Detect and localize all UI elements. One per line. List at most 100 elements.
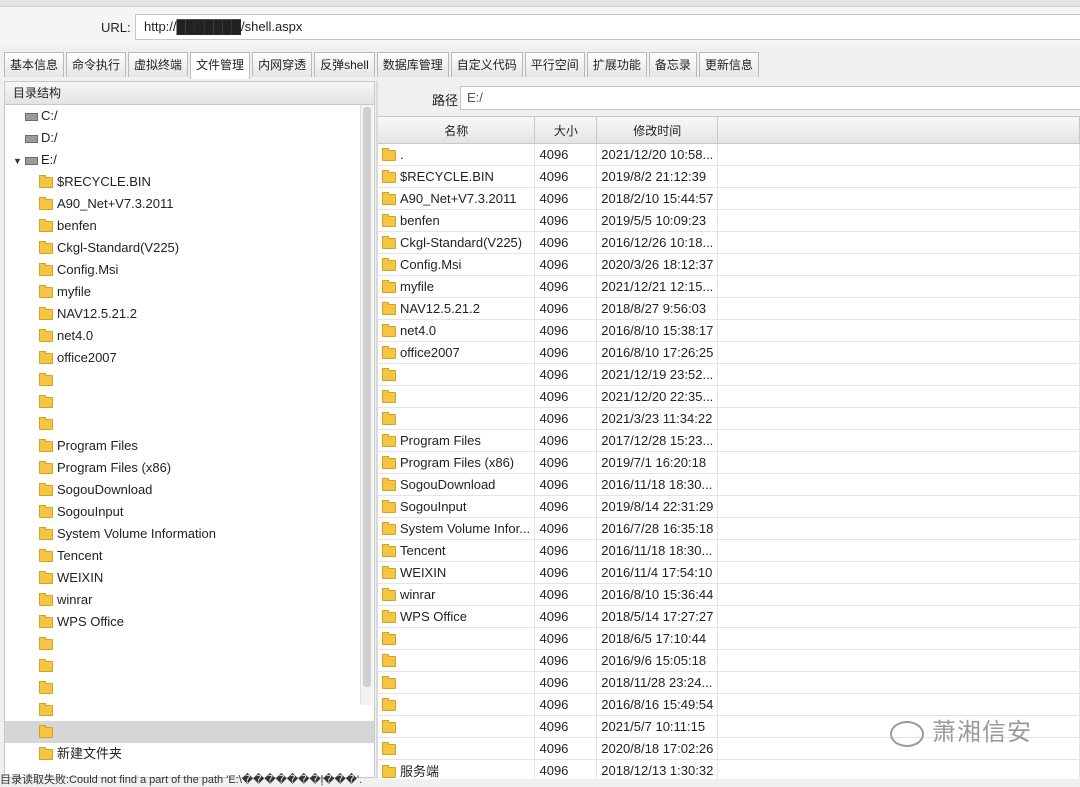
file-size-cell: 4096 bbox=[534, 539, 598, 562]
folder-icon bbox=[382, 214, 396, 228]
triangle-down-icon[interactable]: ▼ bbox=[13, 150, 25, 172]
tree-drive-node[interactable]: ▼ E:/ bbox=[5, 149, 374, 171]
table-row[interactable]: 4096 2018/6/5 17:10:44 bbox=[378, 627, 1080, 650]
tab-5[interactable]: 反弹shell bbox=[314, 52, 375, 77]
tab-2[interactable]: 虚拟终端 bbox=[128, 52, 189, 77]
tree-folder-node[interactable]: Program Files (x86) bbox=[5, 457, 374, 479]
row-filler bbox=[717, 341, 1080, 364]
tree-folder-node[interactable]: Config.Msi bbox=[5, 259, 374, 281]
tab-1[interactable]: 命令执行 bbox=[66, 52, 127, 77]
table-row[interactable]: SogouDownload 4096 2016/11/18 18:30... bbox=[378, 473, 1080, 496]
row-filler bbox=[717, 385, 1080, 408]
table-row[interactable]: Ckgl-Standard(V225) 4096 2016/12/26 10:18.… bbox=[378, 231, 1080, 254]
tree-folder-node[interactable]: A90_Net+V7.3.2011 bbox=[5, 193, 374, 215]
file-mtime-cell: 2016/8/16 15:49:54 bbox=[596, 693, 719, 716]
table-row[interactable]: benfen 4096 2019/5/5 10:09:23 bbox=[378, 209, 1080, 232]
table-row[interactable]: SogouInput 4096 2019/8/14 22:31:29 bbox=[378, 495, 1080, 518]
column-header-0[interactable]: 名称 bbox=[378, 117, 536, 144]
tree-folder-node[interactable]: WPS Office bbox=[5, 611, 374, 633]
row-filler bbox=[717, 253, 1080, 276]
table-row[interactable]: Tencent 4096 2016/11/18 18:30... bbox=[378, 539, 1080, 562]
tab-4[interactable]: 内网穿透 bbox=[252, 52, 313, 77]
tab-7[interactable]: 自定义代码 bbox=[450, 52, 523, 77]
table-row[interactable]: winrar 4096 2016/8/10 15:36:44 bbox=[378, 583, 1080, 606]
row-filler bbox=[717, 583, 1080, 606]
table-row[interactable]: myfile 4096 2021/12/21 12:15... bbox=[378, 275, 1080, 298]
tree-folder-node[interactable]: benfen bbox=[5, 215, 374, 237]
tree-folder-node[interactable] bbox=[5, 413, 374, 435]
tree-node-label: 新建文件夹 bbox=[57, 746, 123, 761]
table-row[interactable]: NAV12.5.21.2 4096 2018/8/27 9:56:03 bbox=[378, 297, 1080, 320]
table-row[interactable]: WPS Office 4096 2018/5/14 17:27:27 bbox=[378, 605, 1080, 628]
tree-folder-node[interactable]: NAV12.5.21.2 bbox=[5, 303, 374, 325]
tab-6[interactable]: 数据库管理 bbox=[376, 52, 449, 77]
folder-icon bbox=[382, 258, 396, 272]
table-row[interactable]: $RECYCLE.BIN 4096 2019/8/2 21:12:39 bbox=[378, 165, 1080, 188]
tree-folder-node[interactable]: Tencent bbox=[5, 545, 374, 567]
tab-8[interactable]: 平行空间 bbox=[524, 52, 585, 77]
column-header-1[interactable]: 大小 bbox=[534, 117, 598, 144]
tree-folder-node[interactable]: System Volume Information bbox=[5, 523, 374, 545]
tree-folder-node[interactable]: winrar bbox=[5, 589, 374, 611]
table-row[interactable]: Config.Msi 4096 2020/3/26 18:12:37 bbox=[378, 253, 1080, 276]
tree-scrollbar[interactable] bbox=[360, 105, 373, 705]
tree-folder-node[interactable] bbox=[5, 721, 374, 743]
table-row[interactable]: net4.0 4096 2016/8/10 15:38:17 bbox=[378, 319, 1080, 342]
file-mtime-cell: 2016/11/4 17:54:10 bbox=[596, 561, 719, 584]
file-size-cell: 4096 bbox=[534, 385, 598, 408]
tab-10[interactable]: 备忘录 bbox=[648, 52, 697, 77]
tree-folder-node[interactable] bbox=[5, 391, 374, 413]
tab-3[interactable]: 文件管理 bbox=[190, 52, 251, 79]
drive-icon bbox=[25, 134, 38, 143]
file-mtime-cell: 2021/12/20 10:58... bbox=[596, 143, 719, 166]
tree-folder-node[interactable] bbox=[5, 655, 374, 677]
row-filler bbox=[717, 297, 1080, 320]
file-name-cell bbox=[378, 737, 536, 760]
tree-folder-node[interactable] bbox=[5, 677, 374, 699]
url-input[interactable]: http://███████/shell.aspx bbox=[135, 14, 1080, 40]
table-row[interactable]: 4096 2021/12/19 23:52... bbox=[378, 363, 1080, 386]
table-row[interactable]: 4096 2016/9/6 15:05:18 bbox=[378, 649, 1080, 672]
file-name-cell: WPS Office bbox=[378, 605, 536, 628]
tree-folder-node[interactable] bbox=[5, 369, 374, 391]
tree-node-label: D:/ bbox=[41, 130, 58, 145]
tab-0[interactable]: 基本信息 bbox=[4, 52, 65, 77]
tree-folder-node[interactable]: net4.0 bbox=[5, 325, 374, 347]
status-bar-text: 目录读取失败:Could not find a part of the path… bbox=[0, 774, 363, 786]
column-header-2[interactable]: 修改时间 bbox=[596, 117, 719, 144]
tree-folder-node[interactable]: office2007 bbox=[5, 347, 374, 369]
tree-node-label: office2007 bbox=[57, 350, 117, 365]
table-row[interactable]: office2007 4096 2016/8/10 17:26:25 bbox=[378, 341, 1080, 364]
table-row[interactable]: A90_Net+V7.3.2011 4096 2018/2/10 15:44:57 bbox=[378, 187, 1080, 210]
tree-folder-node[interactable]: SogouDownload bbox=[5, 479, 374, 501]
table-row[interactable]: 4096 2018/11/28 23:24... bbox=[378, 671, 1080, 694]
table-row[interactable]: 服务端 4096 2018/12/13 1:30:32 bbox=[378, 759, 1080, 779]
table-row[interactable]: . 4096 2021/12/20 10:58... bbox=[378, 143, 1080, 166]
scrollbar-thumb[interactable] bbox=[363, 107, 371, 687]
tree-folder-node[interactable]: SogouInput bbox=[5, 501, 374, 523]
file-name: WEIXIN bbox=[400, 565, 447, 580]
table-row[interactable]: 4096 2021/12/20 22:35... bbox=[378, 385, 1080, 408]
tree-folder-node[interactable]: 新建文件夹 bbox=[5, 743, 374, 765]
tree-node-label: benfen bbox=[57, 218, 97, 233]
tab-9[interactable]: 扩展功能 bbox=[586, 52, 647, 77]
table-row[interactable]: System Volume Infor... 4096 2016/7/28 16:3… bbox=[378, 517, 1080, 540]
file-size-cell: 4096 bbox=[534, 297, 598, 320]
tree-drive-node[interactable]: D:/ bbox=[5, 127, 374, 149]
tree-drive-node[interactable]: C:/ bbox=[5, 105, 374, 127]
table-row[interactable]: Program Files (x86) 4096 2019/7/1 16:20:18 bbox=[378, 451, 1080, 474]
tree-folder-node[interactable] bbox=[5, 633, 374, 655]
table-row[interactable]: 4096 2021/3/23 11:34:22 bbox=[378, 407, 1080, 430]
file-name-cell: myfile bbox=[378, 275, 536, 298]
tree-folder-node[interactable]: Program Files bbox=[5, 435, 374, 457]
table-row[interactable]: Program Files 4096 2017/12/28 15:23... bbox=[378, 429, 1080, 452]
tree-folder-node[interactable] bbox=[5, 699, 374, 721]
path-input[interactable]: E:/ bbox=[460, 86, 1080, 110]
folder-icon bbox=[39, 483, 53, 497]
tree-folder-node[interactable]: myfile bbox=[5, 281, 374, 303]
tab-11[interactable]: 更新信息 bbox=[698, 52, 759, 77]
tree-folder-node[interactable]: Ckgl-Standard(V225) bbox=[5, 237, 374, 259]
tree-folder-node[interactable]: WEIXIN bbox=[5, 567, 374, 589]
tree-folder-node[interactable]: $RECYCLE.BIN bbox=[5, 171, 374, 193]
table-row[interactable]: WEIXIN 4096 2016/11/4 17:54:10 bbox=[378, 561, 1080, 584]
